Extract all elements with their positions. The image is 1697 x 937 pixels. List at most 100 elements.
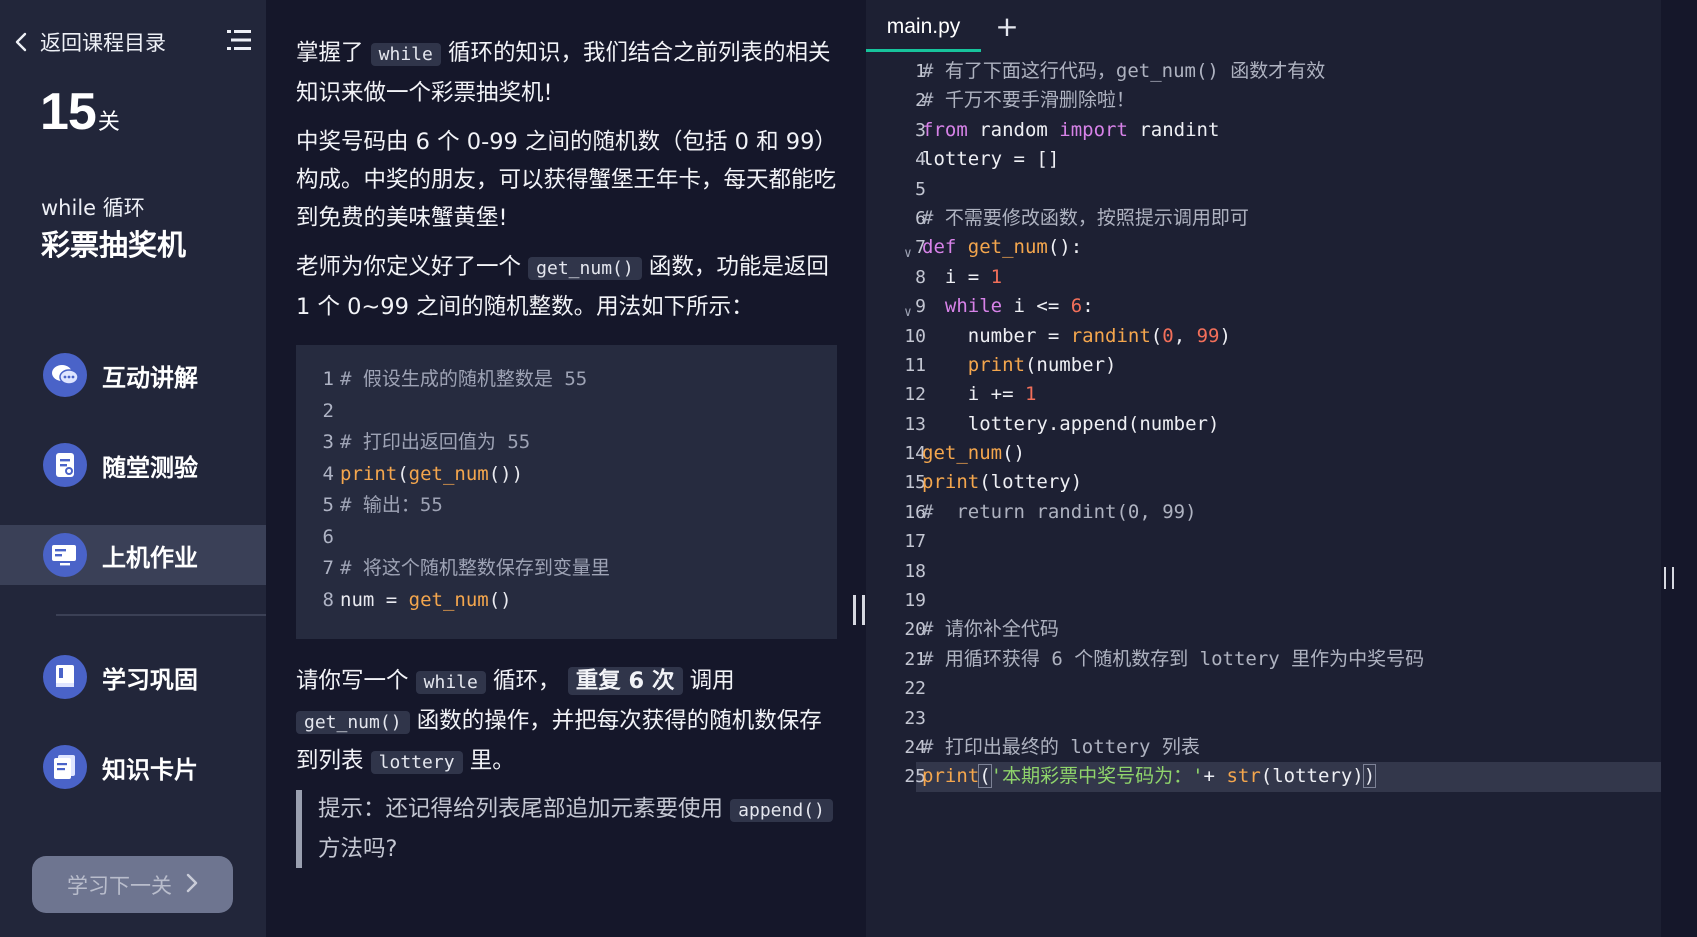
code-line[interactable]: 9 ∨ while i <= 6: [866,292,1661,321]
task-text: 循环， [493,668,561,694]
code-line[interactable]: 22 [866,674,1661,703]
code-line[interactable]: 4 lottery = [] [866,145,1661,174]
function-text: 老师为你定义好了一个 [296,254,522,280]
code-line[interactable]: 8 i = 1 [866,263,1661,292]
code-text: from random import randint [922,116,1219,145]
chat-icon [43,353,87,397]
example-token: # 假设生成的随机整数是 55 [340,368,588,390]
quiz-icon [43,443,87,487]
example-code-line: 2 [296,396,837,428]
code-line[interactable]: 24 # 打印出最终的 lottery 列表 [866,733,1661,762]
add-tab-button[interactable]: + [992,10,1022,43]
line-number: 20 [904,619,926,641]
menu-list-icon[interactable] [227,28,251,52]
code-token: (): [1047,236,1083,259]
example-code-line: 4 print(get_num()) [296,459,837,491]
code-token: 0 [1162,324,1174,347]
card-icon [43,745,87,789]
code-token: 99 [1196,324,1220,347]
next-level-button[interactable]: 学习下一关 [32,856,233,913]
level-number: 15 [40,83,97,141]
code-line[interactable]: 20 # 请你补全代码 [866,615,1661,644]
code-token: print [922,765,980,788]
code-token: random [967,118,1060,141]
line-number: 9 [915,296,926,318]
inline-code: lottery [370,751,463,774]
code-line[interactable]: 16 # return randint(0, 99) [866,498,1661,527]
example-line-number: 7 [322,557,334,579]
code-line[interactable]: 5 [866,175,1661,204]
code-line[interactable]: 2 # 千万不要手滑删除啦！ [866,86,1661,115]
prize-paragraph: 中奖号码由 6 个 0-99 之间的随机数（包括 0 和 99）构成。中奖的朋友… [296,129,837,231]
code-line[interactable]: 15 print(lottery) [866,468,1661,497]
intro-text: 掌握了 [296,40,364,66]
code-line[interactable]: 25 print('本期彩票中奖号码为：'+ str(lottery)) [866,762,1661,792]
line-number: 11 [904,354,926,376]
code-token: number = [922,324,1071,347]
code-line[interactable]: 3 from random import randint [866,116,1661,145]
instructions-panel: 掌握了 while 循环的知识，我们结合之前列表的相关知识来做一个彩票抽奖机! … [266,0,866,937]
example-line-number: 4 [322,462,334,485]
panel-resize-handle[interactable] [853,595,865,625]
code-text: number = randint(0, 99) [922,322,1231,351]
code-text: # 千万不要手滑删除啦！ [922,86,1135,115]
code-token: print [922,471,980,494]
code-text: get_num() [922,439,1025,468]
nav-item-label: 随堂测验 [102,453,198,482]
example-code-text: # 打印出返回值为 55 [340,427,530,459]
task-text: 调用 [689,668,735,694]
code-line[interactable]: 21 # 用循环获得 6 个随机数存到 lottery 里作为中奖号码 [866,645,1661,674]
code-text: # return randint(0, 99) [922,498,1197,527]
tab-main-py[interactable]: main.py [866,5,981,52]
nav-item-review[interactable]: 学习巩固 [0,647,266,707]
line-number: 23 [904,707,926,729]
code-line[interactable]: 18 [866,557,1661,586]
hint-text: 方法吗? [318,836,398,862]
code-line[interactable]: 11 print(number) [866,351,1661,380]
code-token: '本期彩票中奖号码为：' [990,765,1204,788]
code-line[interactable]: 12 i += 1 [866,380,1661,409]
code-editor-text-area[interactable]: 1 # 有了下面这行代码，get_num() 函数才有效 2 # 千万不要手滑删除啦！… [866,57,1661,792]
nav-item-quiz[interactable]: 随堂测验 [0,435,266,495]
example-code-text: print(get_num()) [340,459,523,491]
nav-item-interactive-lecture[interactable]: 互动讲解 [0,345,266,405]
code-line[interactable]: 10 number = randint(0, 99) [866,322,1661,351]
example-line-number: 5 [322,494,334,516]
code-text: lottery = [] [922,145,1059,174]
example-token: get_num [408,588,489,611]
code-token: # return randint(0, 99) [922,500,1197,523]
code-token: (number) [1024,353,1117,376]
back-to-catalog-link[interactable]: 返回课程目录 [10,24,260,60]
editor-resize-handle[interactable] [1664,567,1674,589]
code-line[interactable]: 23 [866,704,1661,733]
code-token: ( [1150,324,1163,347]
code-line[interactable]: 1 # 有了下面这行代码，get_num() 函数才有效 [866,57,1661,86]
example-token: ()) [488,462,524,485]
computer-icon [43,533,87,577]
line-number: 13 [904,413,926,435]
code-token: # 打印出最终的 lottery 列表 [922,735,1200,758]
code-line[interactable]: 13 lottery.append(number) [866,410,1661,439]
line-number: 22 [904,678,926,700]
line-number: 19 [904,590,926,612]
code-token: def [922,236,957,259]
code-line[interactable]: 7 ∨ def get_num(): [866,233,1661,262]
nav-item-knowledge-cards[interactable]: 知识卡片 [0,737,266,797]
code-line[interactable]: 19 [866,586,1661,615]
code-text: # 用循环获得 6 个随机数存到 lottery 里作为中奖号码 [922,645,1424,674]
code-line[interactable]: 17 [866,527,1661,556]
code-line[interactable]: 6 # 不需要修改函数，按照提示调用即可 [866,204,1661,233]
chevron-right-icon [186,873,198,897]
hint-callout: 提示：还记得给列表尾部追加元素要使用 append() 方法吗? [296,790,836,868]
line-number: 1 [915,61,926,82]
line-number: 14 [904,443,926,465]
example-token: # 将这个随机整数保存到变量里 [340,557,610,579]
code-line[interactable]: 14 get_num() [866,439,1661,468]
example-code-line: 5 # 输出：55 [296,490,837,522]
nav-item-coding-homework[interactable]: 上机作业 [0,525,266,585]
example-token: () [488,588,512,611]
intro-paragraph: 掌握了 while 循环的知识，我们结合之前列表的相关知识来做一个彩票抽奖机! [296,34,836,112]
